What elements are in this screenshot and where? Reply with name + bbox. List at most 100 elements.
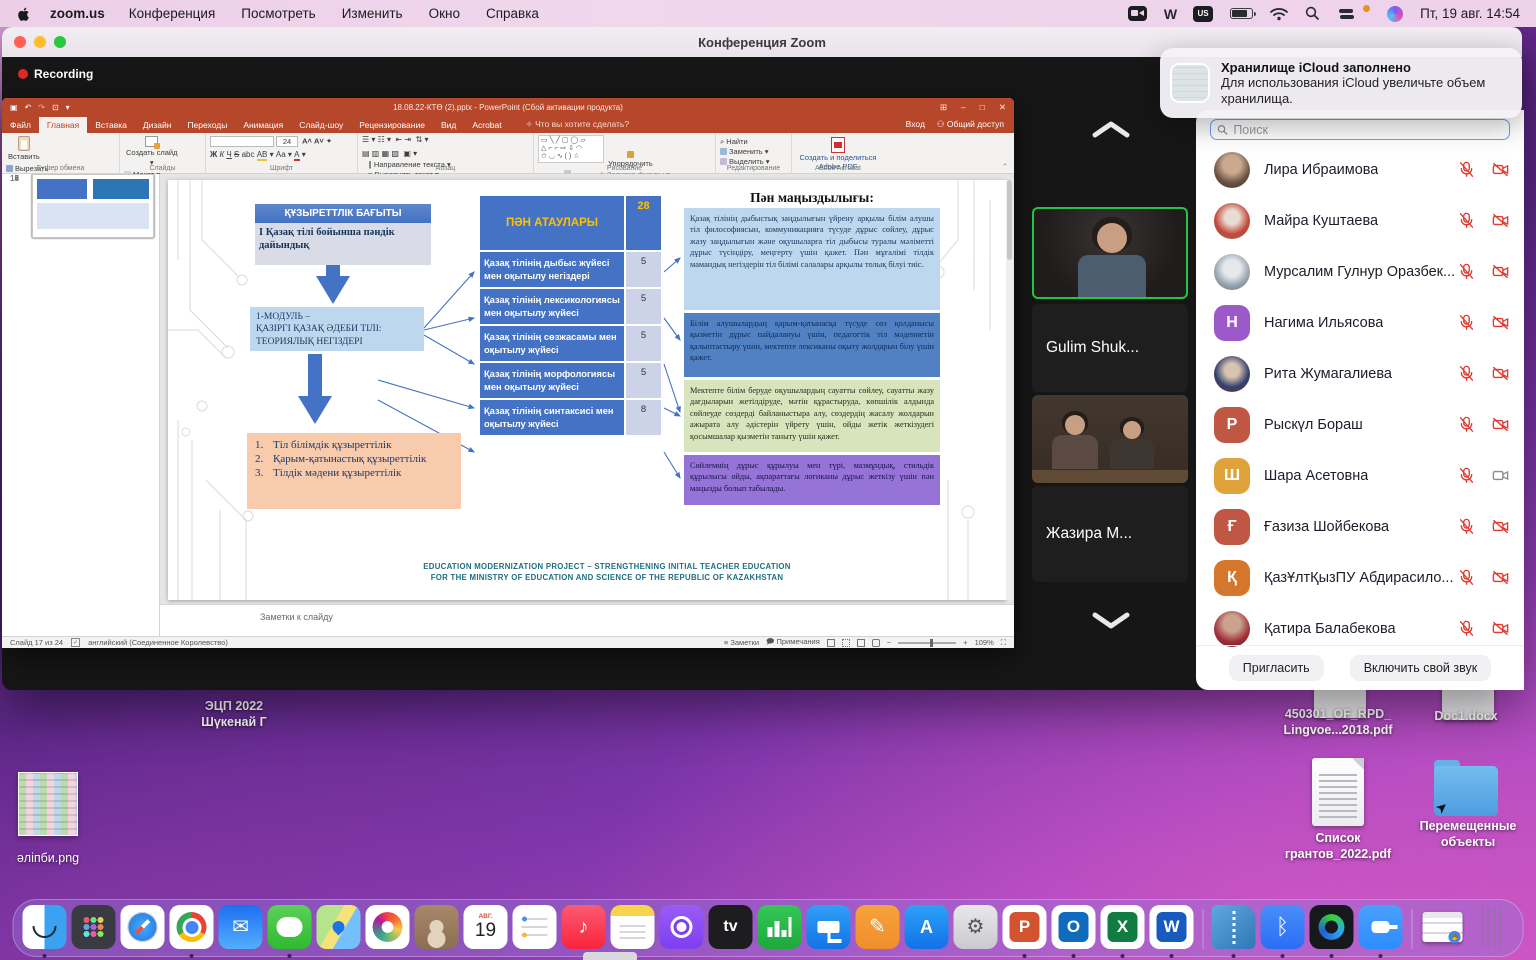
dock-item[interactable] xyxy=(1407,905,1417,957)
grow-font-icon[interactable]: A˄ xyxy=(302,136,312,145)
dock-item[interactable]: ᛒ xyxy=(1260,905,1306,957)
importance-blocks[interactable]: Қазақ тілінің дыбыстық заңдылығын үйрену… xyxy=(684,208,940,505)
paste-button[interactable]: Вставить xyxy=(8,136,40,161)
participant-tile-zhazira[interactable]: Жазира М... xyxy=(1032,486,1188,582)
mic-muted-icon[interactable] xyxy=(1457,619,1476,638)
align-buttons[interactable]: ▤ ▥ ▦ ▧ ▣ ▾ xyxy=(362,149,429,159)
slide-thumbnail[interactable] xyxy=(32,174,154,238)
camera-off-icon[interactable] xyxy=(1491,364,1510,383)
camera-off-icon[interactable] xyxy=(1491,262,1510,281)
ppt-tab[interactable]: Главная xyxy=(39,117,87,133)
slide-title-box[interactable]: ҚҰЗЫРЕТТЛІК БАҒЫТЫ xyxy=(255,204,431,223)
camera-off-icon[interactable] xyxy=(1491,415,1510,434)
font-name-select[interactable] xyxy=(210,136,274,147)
desktop-file-ecp[interactable]: ЭЦП 2022 Шүкенай Г xyxy=(178,698,290,731)
mic-muted-icon[interactable] xyxy=(1457,364,1476,383)
dock-item[interactable] xyxy=(169,905,215,957)
dock-item[interactable] xyxy=(316,905,362,957)
participant-row[interactable]: Р Рыскүл Бораш xyxy=(1196,399,1524,450)
apple-menu-icon[interactable] xyxy=(16,6,32,22)
mic-muted-icon[interactable] xyxy=(1457,568,1476,587)
subjects-table[interactable]: ПӘН АТАУЛАРЫ28 Қазақ тілінің дыбыс жүйес… xyxy=(480,196,661,435)
webex-status-icon[interactable]: W xyxy=(1164,6,1176,22)
mic-muted-icon[interactable] xyxy=(1457,160,1476,179)
normal-view-icon[interactable] xyxy=(827,639,835,647)
dock-item[interactable]: АВГ.19 xyxy=(463,905,509,957)
language-indicator[interactable]: английский (Соединенное Королевство) xyxy=(88,638,228,647)
control-center-icon[interactable] xyxy=(1337,8,1354,20)
dock-item[interactable] xyxy=(1469,905,1515,957)
dock-item[interactable]: tv xyxy=(708,905,754,957)
current-slide[interactable]: ҚҰЗЫРЕТТЛІК БАҒЫТЫ І Қазақ тілі бойынша … xyxy=(168,180,1006,600)
font-style-buttons[interactable]: Ж К Ч S abc АВ ▾ Аа ▾ А ▾ xyxy=(210,150,353,160)
siri-icon[interactable] xyxy=(1387,6,1403,22)
menubar-item[interactable]: Справка xyxy=(486,6,539,21)
collapse-ribbon-icon[interactable]: ⌃ xyxy=(996,162,1014,173)
dock-item[interactable] xyxy=(659,905,705,957)
camera-off-icon[interactable] xyxy=(1491,517,1510,536)
dock-item[interactable]: ♪ xyxy=(561,905,607,957)
moved-items-folder-icon[interactable]: ➤ xyxy=(1434,766,1498,816)
wifi-icon[interactable] xyxy=(1270,7,1288,21)
dock-item[interactable] xyxy=(365,905,411,957)
scroll-down-chevron[interactable] xyxy=(1089,610,1133,630)
participants-search[interactable] xyxy=(1210,119,1510,140)
ppt-tab[interactable]: Вид xyxy=(433,117,464,133)
find-button[interactable]: ⌕ Найти xyxy=(720,137,787,147)
dock-item[interactable] xyxy=(1358,905,1404,957)
input-source-icon[interactable]: US xyxy=(1193,6,1213,22)
camera-off-icon[interactable] xyxy=(1491,568,1510,587)
dock-item[interactable] xyxy=(757,905,803,957)
ppt-tab[interactable]: Файл xyxy=(2,117,39,133)
spotlight-icon[interactable] xyxy=(1305,6,1320,21)
new-slide-button[interactable]: Создать слайд ▾ xyxy=(126,136,177,167)
unmute-my-audio-button[interactable]: Включить свой звук xyxy=(1350,655,1492,681)
scroll-up-chevron[interactable] xyxy=(1089,120,1133,140)
zoom-out-icon[interactable]: − xyxy=(887,638,891,647)
dock-item[interactable]: A xyxy=(904,905,950,957)
mic-muted-icon[interactable] xyxy=(1457,313,1476,332)
replace-button[interactable]: Заменить ▾ xyxy=(720,147,787,157)
dock-item[interactable]: X xyxy=(1100,905,1146,957)
dock-item[interactable] xyxy=(806,905,852,957)
ppt-tab[interactable]: Acrobat xyxy=(464,117,509,133)
ppt-tab[interactable]: Вставка xyxy=(87,117,135,133)
zoom-level[interactable]: 109% xyxy=(975,638,994,647)
ppt-titlebar[interactable]: ▣↶↷⊡▾ 18.08.22-КТӨ (2).pptx - PowerPoint… xyxy=(2,98,1014,116)
desktop-folder-moved[interactable]: Перемещенные объекты xyxy=(1408,818,1528,851)
reading-view-icon[interactable] xyxy=(857,639,865,647)
participant-row[interactable]: Қ ҚазҰлтҚызПУ Абдирасило... xyxy=(1196,552,1524,603)
camera-off-icon[interactable] xyxy=(1491,466,1510,485)
desktop-file-grants[interactable]: Список грантов_2022.pdf xyxy=(1262,830,1414,863)
participant-row[interactable]: Рита Жумагалиева xyxy=(1196,348,1524,399)
participant-row[interactable]: Мурсалим Гулнур Оразбек... xyxy=(1196,246,1524,297)
ppt-tab[interactable]: Анимация xyxy=(235,117,291,133)
menubar-item[interactable]: Конференция xyxy=(129,6,216,21)
dock-item[interactable] xyxy=(414,905,460,957)
menubar-item[interactable]: Окно xyxy=(429,6,460,21)
slide-subtitle-box[interactable]: І Қазақ тілі бойынша пәндік дайындық xyxy=(255,223,431,265)
participant-video-two-people[interactable] xyxy=(1032,395,1188,483)
dock-item[interactable]: O xyxy=(1051,905,1097,957)
dock-item[interactable]: P xyxy=(1002,905,1048,957)
dock-item[interactable] xyxy=(120,905,166,957)
zoom-slider[interactable] xyxy=(898,642,956,644)
ppt-signin-button[interactable]: Вход xyxy=(906,119,925,130)
dock-item[interactable] xyxy=(1309,905,1355,957)
mic-muted-icon[interactable] xyxy=(1457,466,1476,485)
adobe-pdf-icon[interactable] xyxy=(831,137,845,153)
camera-off-icon[interactable] xyxy=(1491,313,1510,332)
dock-item[interactable]: W xyxy=(1149,905,1195,957)
importance-title[interactable]: Пән маңыздылығы: xyxy=(684,190,940,206)
camera-off-icon[interactable] xyxy=(1491,160,1510,179)
mic-muted-icon[interactable] xyxy=(1457,415,1476,434)
invite-button[interactable]: Пригласить xyxy=(1229,655,1324,681)
ppt-tab[interactable]: Слайд-шоу xyxy=(291,117,351,133)
participant-row[interactable]: Ғ Ғазиза Шойбекова xyxy=(1196,501,1524,552)
menubar-app-name[interactable]: zoom.us xyxy=(50,6,105,21)
camera-off-icon[interactable] xyxy=(1491,211,1510,230)
zoom-status-icon[interactable] xyxy=(1128,6,1147,21)
camera-off-icon[interactable] xyxy=(1491,619,1510,638)
competencies-box[interactable]: 1.Тіл білімдік құзыреттілік2.Қарым-қатын… xyxy=(247,433,461,509)
participant-row[interactable]: Ш Шара Асетовна xyxy=(1196,450,1524,501)
